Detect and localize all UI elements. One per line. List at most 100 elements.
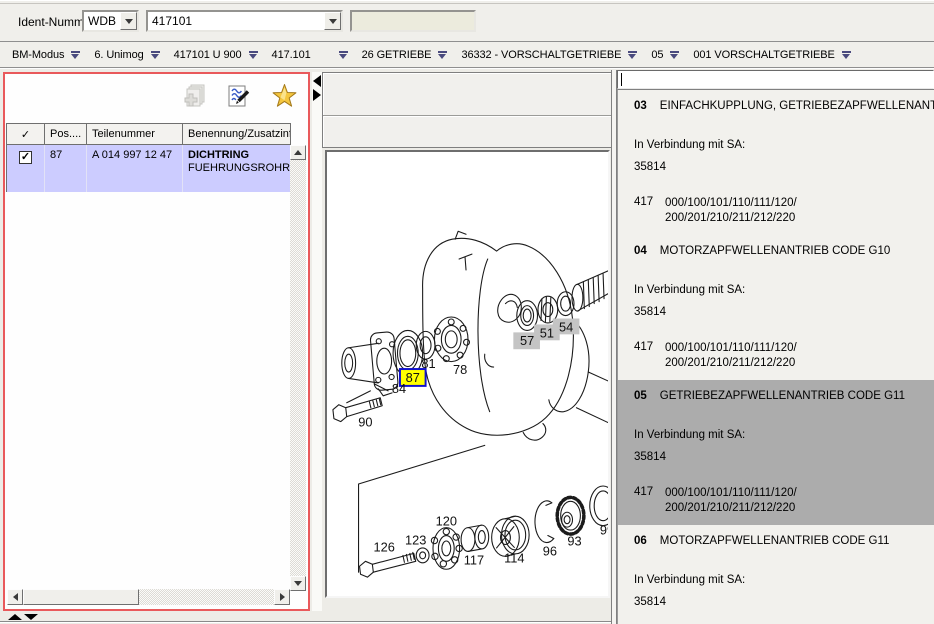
panel-splitter[interactable]: [312, 72, 322, 611]
option-title: EINFACHKUPPLUNG, GETRIEBEZAPFWELLENANTRI…: [660, 100, 934, 112]
ident-type-dropdown-button[interactable]: [120, 12, 137, 30]
dropdown-arrow-icon: [249, 51, 258, 59]
column-header-check: ✓: [7, 124, 45, 144]
notes-edit-button[interactable]: [225, 82, 253, 110]
collapse-down-icon[interactable]: [24, 614, 38, 620]
model-codes: 417 000/100/101/110/111/120/ 200/201/210…: [634, 196, 934, 226]
scroll-right-icon: [280, 593, 285, 601]
sa-value: 35814: [634, 306, 934, 318]
part-label-120[interactable]: 120: [436, 514, 457, 529]
favorite-button[interactable]: [270, 82, 298, 110]
menu-item-variant[interactable]: 05: [651, 49, 679, 61]
splitter-groove: [0, 621, 611, 623]
option-title: GETRIEBEZAPFWELLENANTRIEB CODE G11: [660, 390, 905, 402]
menu-item-bm-modus[interactable]: BM-Modus: [12, 49, 80, 61]
ident-number-combobox[interactable]: 417101: [146, 10, 343, 32]
column-header-pos: Pos....: [45, 124, 87, 144]
parts-list-panel: ✓ Pos.... Teilenummer Benennung/Zusatzin…: [3, 72, 310, 611]
ident-type-combobox[interactable]: WDB: [82, 10, 139, 32]
options-list: 03 EINFACHKUPPLUNG, GETRIEBEZAPFWELLENANT…: [617, 89, 934, 624]
model-codes: 417 000/100/101/110/111/120/ 200/201/210…: [634, 486, 934, 516]
collapse-left-icon[interactable]: [313, 75, 321, 87]
option-code: 05: [634, 390, 647, 402]
part-label-87-highlighted[interactable]: 87: [406, 370, 420, 385]
menu-item-unimog[interactable]: 6. Unimog: [94, 49, 159, 61]
scroll-up-button[interactable]: [290, 145, 306, 160]
copy-pages-button[interactable]: [180, 82, 208, 110]
option-code: 06: [634, 535, 647, 547]
dropdown-arrow-icon: [438, 51, 447, 59]
expand-right-icon[interactable]: [313, 89, 321, 101]
part-label-117[interactable]: 117: [464, 552, 484, 567]
part-label-96[interactable]: 96: [543, 543, 557, 558]
vertical-scrollbar[interactable]: [290, 145, 306, 591]
part-label-123[interactable]: 123: [405, 532, 426, 547]
part-label-99[interactable]: 99: [600, 523, 608, 538]
part-label-114[interactable]: 114: [504, 550, 524, 565]
option-title: MOTORZAPFWELLENANTRIEB CODE G10: [660, 245, 890, 257]
parts-toolbar: [180, 82, 298, 110]
menu-item-type[interactable]: 417.101: [272, 49, 348, 61]
option-code: 04: [634, 245, 647, 257]
ident-bar: Ident-Nummer WDB 417101: [0, 0, 934, 41]
options-filter-input[interactable]: [617, 70, 934, 89]
part-label-126[interactable]: 126: [373, 539, 394, 554]
scroll-down-button[interactable]: [290, 576, 306, 591]
part-label-81[interactable]: 81: [421, 356, 435, 371]
option-code: 03: [634, 100, 647, 112]
menu-item-figure[interactable]: 001 VORSCHALTGETRIEBE: [693, 49, 850, 61]
option-section-06[interactable]: 06 MOTORZAPFWELLENANTRIEB CODE G11 In Ver…: [618, 525, 934, 624]
sa-label: In Verbindung mit SA:: [634, 429, 934, 441]
text-cursor: [621, 73, 622, 86]
option-section-05-selected[interactable]: 05 GETRIEBEZAPFWELLENANTRIEB CODE G11 In …: [618, 380, 934, 525]
horizontal-scrollbar[interactable]: [7, 589, 290, 605]
expand-up-icon[interactable]: [8, 614, 22, 620]
notes-edit-icon: [226, 82, 252, 110]
exploded-view-drawing: 57 51 54 87 84 81 78 90 126 123 120 117 …: [327, 152, 608, 596]
sa-label: In Verbindung mit SA:: [634, 574, 934, 586]
menu-item-group[interactable]: 26 GETRIEBE: [362, 49, 448, 61]
dropdown-arrow-icon: [628, 51, 637, 59]
parts-table: ✓ Pos.... Teilenummer Benennung/Zusatzin…: [6, 123, 291, 192]
part-label-84[interactable]: 84: [392, 381, 406, 396]
menu-item-model[interactable]: 417101 U 900: [174, 49, 258, 61]
bottom-splitter-bar[interactable]: [0, 612, 611, 624]
part-label-51[interactable]: 51: [540, 325, 554, 340]
cell-pos: 87: [45, 145, 87, 192]
table-row[interactable]: ✓ 87 A 014 997 12 47 DICHTRING FUEHRUNGS…: [6, 145, 291, 192]
menu-item-subgroup[interactable]: 36332 - VORSCHALTGETRIEBE: [461, 49, 637, 61]
option-section-03[interactable]: 03 EINFACHKUPPLUNG, GETRIEBEZAPFWELLENANT…: [618, 90, 934, 235]
top-groove-line: [0, 3, 934, 4]
part-label-54[interactable]: 54: [559, 319, 573, 334]
option-section-04[interactable]: 04 MOTORZAPFWELLENANTRIEB CODE G10 In Ver…: [618, 235, 934, 380]
sa-value: 35814: [634, 161, 934, 173]
row-checkbox[interactable]: ✓: [19, 151, 32, 164]
part-label-93[interactable]: 93: [567, 533, 581, 548]
ident-number-dropdown-button[interactable]: [324, 12, 341, 30]
sa-label: In Verbindung mit SA:: [634, 139, 934, 151]
options-panel: 03 EINFACHKUPPLUNG, GETRIEBEZAPFWELLENANT…: [617, 70, 934, 624]
parts-table-header: ✓ Pos.... Teilenummer Benennung/Zusatzin…: [6, 123, 291, 145]
scrollbar-track[interactable]: [290, 160, 306, 576]
scroll-left-icon: [13, 593, 18, 601]
column-header-name: Benennung/Zusatzinfor: [183, 124, 291, 144]
part-label-78[interactable]: 78: [453, 362, 467, 377]
scrollbar-track[interactable]: [139, 589, 274, 605]
model-codes: 417 000/100/101/110/111/120/ 200/201/210…: [634, 341, 934, 371]
ident-extra-field[interactable]: [350, 10, 476, 32]
option-title: MOTORZAPFWELLENANTRIEB CODE G11: [660, 535, 890, 547]
scrollbar-thumb[interactable]: [23, 589, 139, 605]
header-divider: [323, 115, 611, 116]
sa-label: In Verbindung mit SA:: [634, 284, 934, 296]
scroll-up-icon: [294, 150, 302, 155]
parts-diagram: 57 51 54 87 84 81 78 90 126 123 120 117 …: [325, 150, 610, 598]
part-label-57[interactable]: 57: [520, 333, 534, 348]
cell-partnumber: A 014 997 12 47: [87, 145, 183, 192]
ident-number-value: 417101: [148, 12, 324, 30]
ident-type-value: WDB: [84, 12, 120, 30]
scroll-left-button[interactable]: [7, 589, 23, 605]
chevron-down-icon: [125, 19, 133, 24]
scroll-down-icon: [294, 581, 302, 586]
part-label-90[interactable]: 90: [358, 414, 372, 429]
scroll-right-button[interactable]: [274, 589, 290, 605]
